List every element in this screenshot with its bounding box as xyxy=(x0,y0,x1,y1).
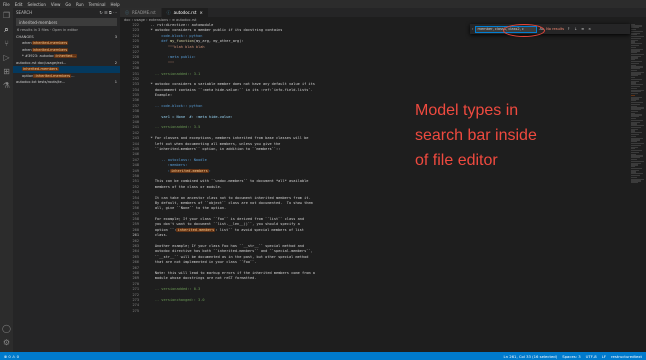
explorer-icon[interactable]: ❐ xyxy=(2,11,11,20)
code-editor[interactable]: 222 223 224 225 226 227 228 229 230 231 232 233 234 2… xyxy=(120,23,630,352)
testing-icon[interactable]: ⚗ xyxy=(2,81,11,90)
menu-edit[interactable]: Edit xyxy=(15,2,23,7)
tab-readme[interactable]: ⓘ README.rst xyxy=(120,8,162,17)
encoding[interactable]: UTF-8 xyxy=(586,354,597,359)
search-sidebar: SEARCH ↻ ☰ ⧉ ⋯ inherited-members 6 resul… xyxy=(13,8,120,352)
sidebar-actions-icon[interactable]: ↻ ☰ ⧉ ⋯ xyxy=(99,10,117,15)
tab-autodoc[interactable]: ⓘ autodoc.rst × xyxy=(161,8,209,17)
language-mode[interactable]: restructuredtext xyxy=(611,354,642,359)
next-match-button[interactable]: ↓ xyxy=(573,27,578,31)
source-control-icon[interactable]: ⑂ xyxy=(2,39,11,48)
close-icon[interactable]: × xyxy=(199,10,202,15)
menu-view[interactable]: View xyxy=(51,2,61,7)
activity-bar: ❐ ⌕ ⑂ ▷ ⊞ ⚗ ◯ ⚙ xyxy=(0,8,13,352)
menu-selection[interactable]: Selection xyxy=(27,2,45,7)
account-icon[interactable]: ◯ xyxy=(2,324,11,333)
minimap[interactable] xyxy=(630,23,646,352)
file-icon: ⓘ xyxy=(166,9,171,15)
line-number: 275 xyxy=(132,308,140,313)
search-input[interactable]: inherited-members xyxy=(16,18,117,26)
problems-indicator[interactable]: ⊗ 0 ⚠ 0 xyxy=(4,354,19,359)
annotation-text: Model types in search bar inside of file… xyxy=(415,102,537,169)
run-debug-icon[interactable]: ▷ xyxy=(2,53,11,62)
end-of-line[interactable]: LF xyxy=(602,354,606,359)
search-result-item[interactable]: autodoc.txt tests/roots/te... 1 xyxy=(13,79,120,86)
settings-gear-icon[interactable]: ⚙ xyxy=(2,338,11,347)
menu-go[interactable]: Go xyxy=(65,2,71,7)
search-input-value: inherited-members xyxy=(19,19,58,25)
search-icon[interactable]: ⌕ xyxy=(2,25,11,34)
annotation-circle xyxy=(503,24,545,37)
close-find-button[interactable]: × xyxy=(587,27,592,31)
find-in-selection-button[interactable]: ≡ xyxy=(580,27,585,31)
menu-terminal[interactable]: Terminal xyxy=(89,2,106,7)
file-icon: ⓘ xyxy=(125,9,129,15)
code-line[interactable] xyxy=(144,309,474,314)
extensions-icon[interactable]: ⊞ xyxy=(2,67,11,76)
menu-help[interactable]: Help xyxy=(111,2,120,7)
editor-tabs: ⓘ README.rst ⓘ autodoc.rst × xyxy=(120,8,646,17)
menu-bar: File Edit Selection View Go Run Terminal Help xyxy=(0,0,646,8)
menu-run[interactable]: Run xyxy=(76,2,84,7)
sidebar-title: SEARCH xyxy=(16,10,33,15)
indentation[interactable]: Spaces: 3 xyxy=(562,354,580,359)
cursor-position[interactable]: Ln 261, Col 33 (16 selected) xyxy=(504,354,558,359)
find-widget: › member, class1, class2, c Aa No result… xyxy=(470,24,630,34)
toggle-replace-icon[interactable]: › xyxy=(472,27,473,31)
line-number-gutter: 222 223 224 225 226 227 228 229 230 231 232 233 234 2… xyxy=(120,23,142,352)
previous-match-button[interactable]: ↑ xyxy=(566,27,571,31)
sidebar-header: SEARCH ↻ ☰ ⧉ ⋯ xyxy=(13,8,120,17)
find-status: No results xyxy=(546,27,565,31)
search-results-tree: CHANGES 3 when inherited-members when inher… xyxy=(13,34,120,86)
status-bar: ⊗ 0 ⚠ 0 Ln 261, Col 33 (16 selected) Spa… xyxy=(0,352,646,360)
menu-file[interactable]: File xyxy=(3,2,10,7)
code-area[interactable]: .. rst:directive:: automodule * autodoc … xyxy=(144,23,474,352)
